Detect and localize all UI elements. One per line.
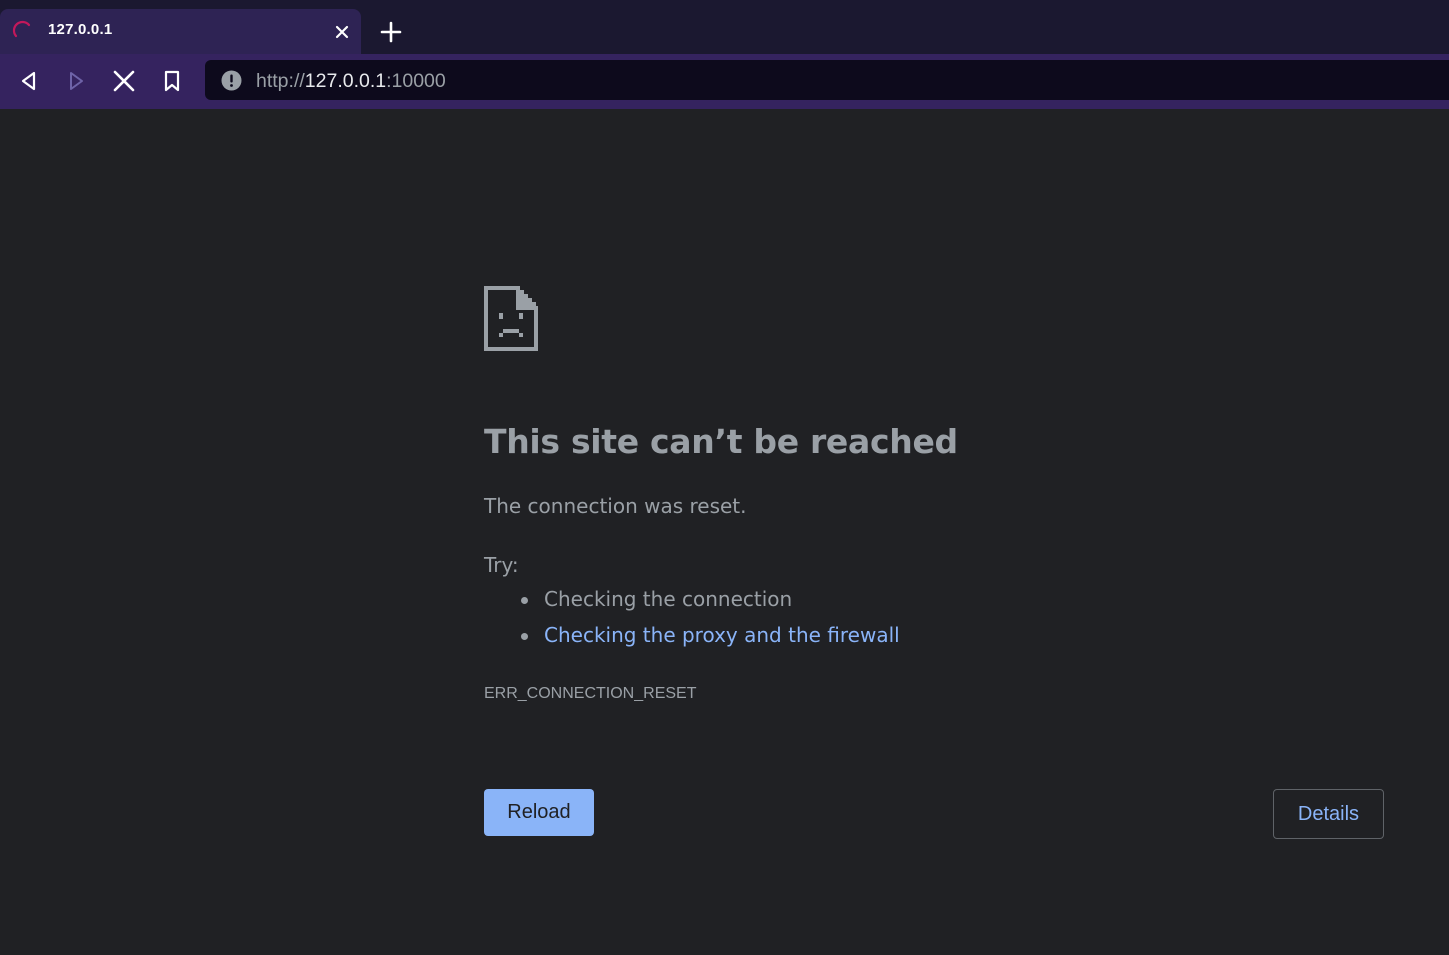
tab-strip: 127.0.0.1 — [0, 0, 1449, 54]
url-port: :10000 — [386, 70, 446, 92]
error-heading: This site can’t be reached — [484, 422, 958, 461]
url-text[interactable]: http://127.0.0.1:10000 — [256, 70, 446, 93]
reload-button[interactable]: Reload — [484, 789, 594, 836]
url-scheme: http:// — [256, 70, 305, 92]
suggestion-item: Checking the proxy and the firewall — [484, 623, 900, 659]
try-label: Try: — [484, 553, 519, 577]
error-subtitle: The connection was reset. — [484, 494, 747, 518]
not-secure-info-icon[interactable] — [221, 70, 242, 91]
bookmark-icon[interactable] — [159, 68, 185, 94]
suggestion-item: Checking the connection — [484, 587, 900, 623]
close-tab-icon[interactable] — [331, 21, 353, 43]
bullet — [521, 633, 528, 640]
suggestion-list: Checking the connection Checking the pro… — [484, 587, 900, 659]
address-bar[interactable]: http://127.0.0.1:10000 — [205, 60, 1449, 100]
bullet — [521, 597, 528, 604]
details-button[interactable]: Details — [1273, 789, 1384, 839]
back-arrow-icon[interactable] — [16, 68, 42, 94]
loading-spinner-icon — [12, 20, 31, 38]
navigation-toolbar: http://127.0.0.1:10000 — [0, 54, 1449, 109]
error-page: This site can’t be reached The connectio… — [0, 109, 1449, 955]
suggestion-check-connection: Checking the connection — [544, 587, 793, 611]
active-tab[interactable]: 127.0.0.1 — [0, 9, 361, 54]
suggestion-proxy-firewall-link[interactable]: Checking the proxy and the firewall — [544, 623, 900, 647]
error-code: ERR_CONNECTION_RESET — [484, 685, 697, 702]
new-tab-plus-icon[interactable] — [378, 19, 404, 45]
sad-document-icon — [484, 286, 538, 351]
url-host: 127.0.0.1 — [304, 70, 387, 92]
forward-arrow-icon[interactable] — [63, 68, 89, 94]
stop-loading-icon[interactable] — [111, 68, 137, 94]
tab-title: 127.0.0.1 — [48, 21, 113, 38]
